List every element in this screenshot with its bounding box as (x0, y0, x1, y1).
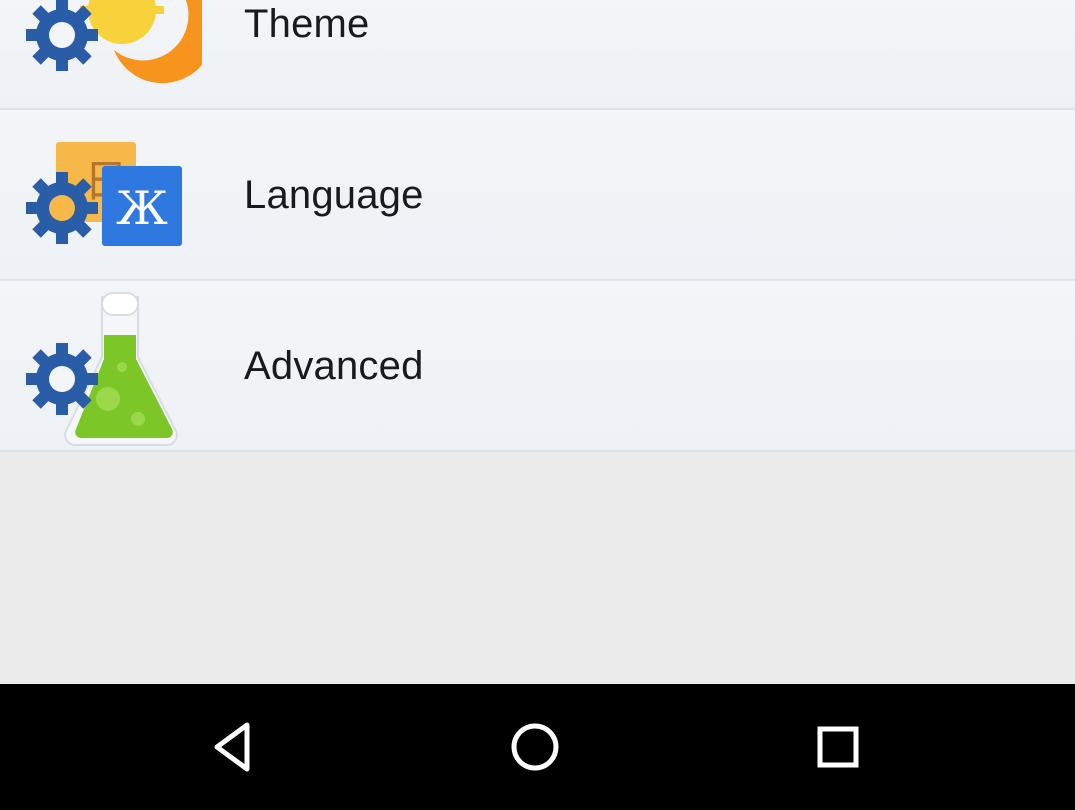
settings-list: Theme 日 (0, 0, 1075, 452)
back-triangle-icon (214, 722, 250, 772)
theme-gear-sun-moon-icon (26, 0, 202, 84)
settings-item-label: Advanced (244, 344, 424, 388)
settings-item-theme[interactable]: Theme (0, 0, 1075, 110)
language-badge-glyph: Ж (116, 181, 168, 235)
system-navigation-bar (0, 684, 1075, 810)
settings-item-language[interactable]: 日 (0, 110, 1075, 281)
recents-square-icon (817, 726, 859, 768)
settings-item-label: Language (244, 173, 424, 217)
settings-item-advanced[interactable]: Advanced (0, 281, 1075, 452)
back-button[interactable] (188, 702, 278, 792)
settings-screen: Theme 日 (0, 0, 1075, 810)
empty-list-area (0, 454, 1075, 684)
advanced-gear-flask-icon (26, 292, 178, 446)
home-button[interactable] (490, 702, 580, 792)
home-circle-icon (511, 723, 559, 771)
recents-button[interactable] (793, 702, 883, 792)
settings-item-label: Theme (244, 2, 370, 46)
language-gear-translate-icon: 日 (26, 142, 182, 246)
